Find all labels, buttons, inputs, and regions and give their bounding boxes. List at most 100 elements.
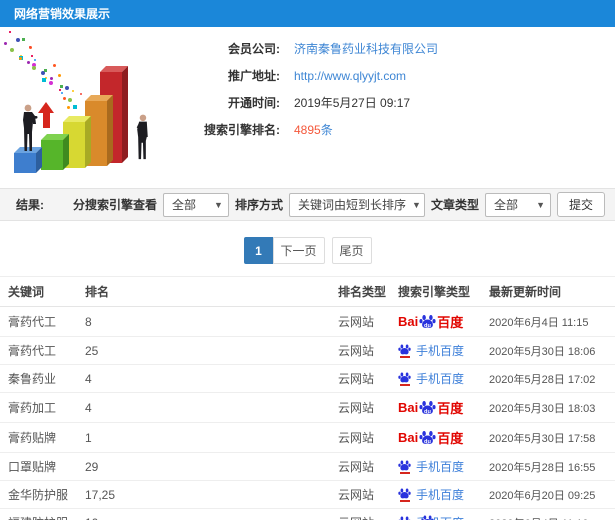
partial-next-row-engine-icon	[421, 514, 434, 520]
chevron-down-icon: ▼	[411, 199, 421, 210]
baidu-paw-icon: du	[419, 400, 436, 415]
updated-cell: 2020年5月28日 16:55	[489, 452, 615, 481]
col-keyword: 关键词	[0, 276, 85, 307]
rank-link[interactable]: 17,25	[85, 480, 338, 509]
baidu-paw-icon	[398, 460, 411, 471]
mobile-baidu-label: 手机百度	[416, 488, 465, 502]
next-page-button[interactable]: 下一页	[272, 237, 325, 264]
mobile-baidu-logo: 手机百度	[398, 370, 464, 387]
baidu-logo: Bai du 百度	[398, 398, 463, 417]
updated-cell: 2020年6月4日 11:15	[489, 306, 615, 337]
rank-link[interactable]: 4	[85, 364, 338, 393]
mobile-baidu-logo: 手机百度	[398, 342, 464, 359]
marketing-chart-illustration	[0, 31, 170, 182]
last-page-button[interactable]: 尾页	[331, 237, 372, 264]
growth-arrow-icon	[38, 102, 54, 128]
page-1-button[interactable]: 1	[243, 237, 274, 264]
baidu-logo-cn: 百度	[437, 401, 464, 416]
rank-link[interactable]: 8	[85, 306, 338, 337]
col-rank-type: 排名类型	[338, 276, 398, 307]
baidu-logo-bai: Bai	[398, 314, 419, 329]
table-row: 福建防护服 10 云网站 手机百度 2020年6月4日 11:10	[0, 508, 615, 520]
keyword-cell: 福建防护服	[0, 508, 85, 520]
company-link[interactable]: 济南秦鲁药业科技有限公司	[294, 40, 438, 57]
rank-type-cell: 云网站	[338, 452, 398, 481]
engine-cell: Bai du 百度	[398, 306, 489, 337]
info-row-url: 推广地址: http://www.qlyyjt.com	[170, 62, 610, 89]
col-updated: 最新更新时间	[489, 276, 615, 307]
info-section: 会员公司: 济南秦鲁药业科技有限公司 推广地址: http://www.qlyy…	[0, 27, 615, 188]
table-row: 膏药贴牌 1 云网站 Bai du 百度 2020年5月30日 17:58	[0, 422, 615, 453]
baidu-paw-icon	[398, 516, 411, 520]
rank-count-label: 搜索引擎排名:	[204, 123, 280, 137]
rank-count-value: 4895条	[294, 121, 333, 138]
table-row: 金华防护服 17,25 云网站 手机百度 2020年6月20日 09:25	[0, 480, 615, 509]
rank-type-cell: 云网站	[338, 336, 398, 365]
promo-url-link[interactable]: http://www.qlyyjt.com	[294, 69, 406, 83]
page-title: 网络营销效果展示	[14, 7, 111, 21]
rank-count-unit: 条	[320, 123, 333, 137]
baidu-logo-cn: 百度	[437, 315, 464, 330]
svg-text:du: du	[424, 439, 431, 445]
mobile-baidu-paw-icon	[398, 343, 411, 358]
table-row: 口罩贴牌 29 云网站 手机百度 2020年5月28日 16:55	[0, 452, 615, 481]
article-type-value: 全部	[493, 198, 518, 212]
keyword-cell: 膏药代工	[0, 306, 85, 337]
updated-cell: 2020年6月4日 11:10	[489, 508, 615, 520]
table-header-row: 关键词 排名 排名类型 搜索引擎类型 最新更新时间	[0, 276, 615, 307]
col-rank: 排名	[85, 276, 338, 307]
baidu-logo: Bai du 百度	[398, 312, 463, 331]
rank-link[interactable]: 29	[85, 452, 338, 481]
article-type-label: 文章类型	[430, 198, 479, 212]
baidu-logo-bai: Bai	[398, 430, 419, 445]
engine-filter-label: 分搜索引擎查看	[72, 198, 157, 212]
svg-text:du: du	[424, 323, 431, 329]
keyword-rank-table: 关键词 排名 排名类型 搜索引擎类型 最新更新时间 膏药代工 8 云网站 Bai…	[0, 276, 615, 520]
promo-url-label: 推广地址:	[228, 69, 280, 83]
sort-label: 排序方式	[234, 198, 283, 212]
sort-value: 关键词由短到长排序	[297, 198, 406, 212]
mobile-baidu-label: 手机百度	[416, 372, 465, 386]
baidu-logo: Bai du 百度	[398, 428, 463, 447]
updated-cell: 2020年5月30日 18:06	[489, 336, 615, 365]
rank-link[interactable]: 1	[85, 422, 338, 453]
svg-text:du: du	[424, 409, 431, 415]
baidu-paw-icon: du	[419, 314, 436, 329]
engine-filter-select[interactable]: 全部 ▼	[162, 192, 229, 217]
open-time-value: 2019年5月27日 09:17	[294, 96, 411, 110]
col-engine-type: 搜索引擎类型	[398, 276, 489, 307]
rank-type-cell: 云网站	[338, 364, 398, 393]
keyword-cell: 膏药加工	[0, 392, 85, 423]
keyword-cell: 口罩贴牌	[0, 452, 85, 481]
info-row-rank-count: 搜索引擎排名: 4895条	[170, 116, 610, 143]
chevron-down-icon: ▼	[536, 199, 545, 210]
company-label: 会员公司:	[228, 42, 280, 56]
rank-link[interactable]: 25	[85, 336, 338, 365]
mobile-baidu-paw-icon	[398, 371, 411, 386]
engine-cell: 手机百度	[398, 336, 489, 365]
rank-link[interactable]: 10	[85, 508, 338, 520]
table-row: 膏药加工 4 云网站 Bai du 百度 2020年5月30日 18:03	[0, 392, 615, 423]
mobile-baidu-paw-icon	[398, 515, 411, 520]
sort-select[interactable]: 关键词由短到长排序 ▼	[288, 192, 425, 217]
rank-type-cell: 云网站	[338, 306, 398, 337]
baidu-logo-cn: 百度	[437, 431, 464, 446]
submit-button[interactable]: 提交	[556, 192, 605, 217]
article-type-select[interactable]: 全部 ▼	[484, 192, 551, 217]
rank-count-number: 4895	[294, 123, 321, 137]
mobile-baidu-logo: 手机百度	[398, 486, 464, 503]
table-row: 膏药代工 25 云网站 手机百度 2020年5月30日 18:06	[0, 336, 615, 365]
engine-cell: 手机百度	[398, 480, 489, 509]
baidu-paw-icon	[398, 344, 411, 355]
table-row: 秦鲁药业 4 云网站 手机百度 2020年5月28日 17:02	[0, 364, 615, 393]
engine-cell: 手机百度	[398, 508, 489, 520]
engine-cell: 手机百度	[398, 364, 489, 393]
keyword-cell: 膏药代工	[0, 336, 85, 365]
mobile-baidu-paw-icon	[398, 487, 411, 502]
title-bar: 网络营销效果展示	[0, 0, 615, 27]
businessman-figure-left	[23, 104, 38, 151]
result-label: 结果:	[16, 198, 44, 212]
baidu-paw-icon	[421, 515, 434, 520]
rank-link[interactable]: 4	[85, 392, 338, 423]
businessman-figure-right	[136, 114, 148, 160]
